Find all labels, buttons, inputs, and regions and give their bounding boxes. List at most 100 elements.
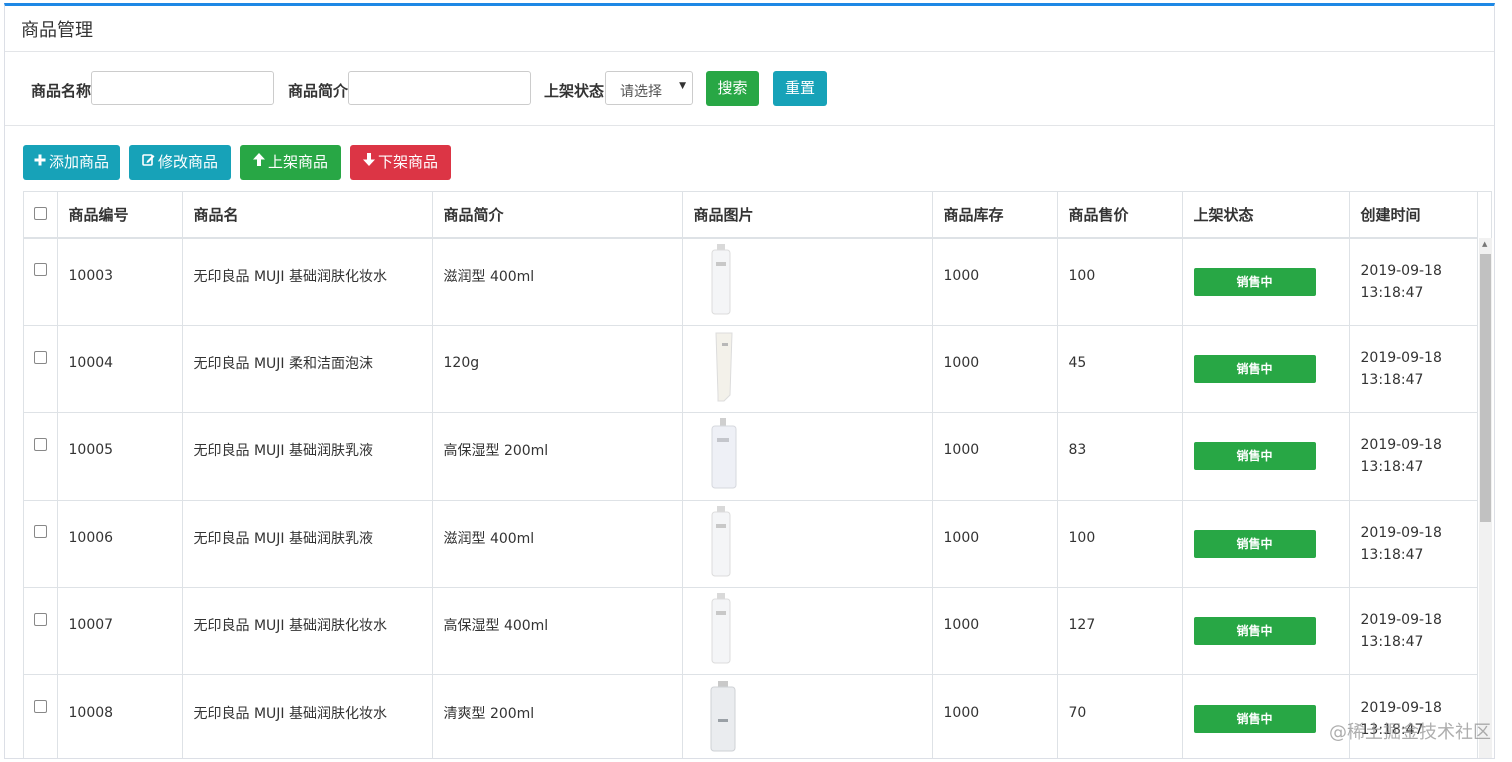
created-date: 2019-09-18 <box>1360 437 1442 454</box>
edit-goods-label: 修改商品 <box>157 153 218 171</box>
status-label: 上架状态 <box>544 82 605 100</box>
row-checkbox[interactable] <box>33 437 47 451</box>
on-shelf-button[interactable]: 上架商品 <box>240 145 341 180</box>
on-shelf-label: 上架商品 <box>267 153 328 171</box>
goods-stock: 1000 <box>943 617 980 634</box>
column-header-id[interactable]: 商品编号 <box>57 192 183 239</box>
edit-icon <box>142 144 155 179</box>
goods-price: 100 <box>1068 267 1096 284</box>
goods-price: 127 <box>1068 617 1096 634</box>
scrollbar-thumb[interactable] <box>1480 254 1491 522</box>
created-date: 2019-09-18 <box>1360 350 1442 367</box>
goods-management-panel: 商品管理 商品名称 商品简介 上架状态 请选择 ▼ 搜索 重置 添加商品 修改商… <box>4 3 1495 759</box>
column-header-stock[interactable]: 商品库存 <box>932 192 1058 239</box>
goods-id: 10005 <box>68 442 114 459</box>
row-select-cell <box>24 325 58 414</box>
goods-image-cell <box>682 587 933 676</box>
add-goods-label: 添加商品 <box>48 153 109 171</box>
table-row[interactable]: 10008 无印良品 MUJI 基础润肤化妆水 清爽型 200ml 1000 7… <box>24 674 1478 758</box>
scroll-up-icon[interactable]: ▲ <box>1482 240 1487 248</box>
created-time: 2019-09-18 13:18:47 <box>1349 412 1478 501</box>
table-row[interactable]: 10004 无印良品 MUJI 柔和洁面泡沫 120g 1000 45 销售中 … <box>24 325 1478 414</box>
row-select-cell <box>24 238 58 326</box>
column-header-created[interactable]: 创建时间 <box>1349 192 1478 239</box>
row-checkbox[interactable] <box>33 612 47 626</box>
goods-desc: 高保湿型 200ml <box>443 443 549 460</box>
created-clock: 13:18:47 <box>1360 284 1424 301</box>
goods-price: 100 <box>1068 529 1096 546</box>
status-badge: 销售中 <box>1193 617 1316 646</box>
goods-stock: 1000 <box>943 267 980 284</box>
product-clear-bottle-image <box>710 680 735 752</box>
created-time: 2019-09-18 13:18:47 <box>1349 325 1478 414</box>
goods-desc: 高保湿型 400ml <box>443 618 549 635</box>
table-row[interactable]: 10005 无印良品 MUJI 基础润肤乳液 高保湿型 200ml 1000 8… <box>24 412 1478 501</box>
status-badge: 销售中 <box>1193 267 1316 296</box>
search-bar: 商品名称 商品简介 上架状态 请选择 ▼ 搜索 重置 <box>5 52 1494 126</box>
created-clock: 13:18:47 <box>1360 459 1424 476</box>
off-shelf-label: 下架商品 <box>377 153 438 171</box>
goods-price: 83 <box>1068 442 1087 459</box>
status-select[interactable]: 请选择 ▼ <box>605 71 693 105</box>
row-checkbox[interactable] <box>33 525 47 539</box>
created-date: 2019-09-18 <box>1360 262 1442 279</box>
goods-desc: 滋润型 400ml <box>443 268 535 285</box>
column-header-price[interactable]: 商品售价 <box>1057 192 1183 239</box>
goods-image-cell <box>682 238 933 326</box>
goods-desc: 滋润型 400ml <box>443 530 535 547</box>
status-badge: 销售中 <box>1193 442 1316 471</box>
desc-input[interactable] <box>348 71 531 105</box>
goods-stock: 1000 <box>943 704 980 721</box>
goods-name: 无印良品 MUJI 基础润肤乳液 <box>193 530 373 547</box>
goods-id: 10008 <box>68 704 114 721</box>
goods-id: 10003 <box>68 267 114 284</box>
column-header-desc[interactable]: 商品简介 <box>432 192 683 239</box>
goods-name: 无印良品 MUJI 基础润肤化妆水 <box>193 705 387 722</box>
row-checkbox[interactable] <box>33 700 47 714</box>
table-row[interactable]: 10003 无印良品 MUJI 基础润肤化妆水 滋润型 400ml 1000 1… <box>24 238 1478 326</box>
search-button[interactable]: 搜索 <box>706 71 759 106</box>
created-date: 2019-09-18 <box>1360 699 1442 716</box>
status-select-value: 请选择 <box>620 84 662 100</box>
goods-stock: 1000 <box>943 442 980 459</box>
plus-icon <box>34 144 46 179</box>
goods-price: 70 <box>1068 704 1087 721</box>
created-date: 2019-09-18 <box>1360 612 1442 629</box>
arrow-down-icon <box>362 144 375 179</box>
goods-desc: 清爽型 200ml <box>443 705 535 722</box>
status-badge: 销售中 <box>1193 529 1316 558</box>
goods-image-cell <box>682 412 933 501</box>
goods-image-cell <box>682 500 933 589</box>
created-clock: 13:18:47 <box>1360 372 1424 389</box>
arrow-up-icon <box>252 144 265 179</box>
select-all-cell <box>24 192 58 239</box>
desc-label: 商品简介 <box>288 82 349 100</box>
created-clock: 13:18:47 <box>1360 634 1424 651</box>
table-row[interactable]: 10006 无印良品 MUJI 基础润肤乳液 滋润型 400ml 1000 10… <box>24 500 1478 589</box>
off-shelf-button[interactable]: 下架商品 <box>350 145 451 180</box>
select-all-checkbox[interactable] <box>33 206 47 220</box>
column-header-status[interactable]: 上架状态 <box>1182 192 1350 239</box>
table-scrollbar[interactable]: ▲ <box>1479 238 1492 758</box>
row-select-cell <box>24 587 58 676</box>
product-pump-bottle-image <box>711 418 736 489</box>
product-tube-image <box>714 332 733 402</box>
edit-goods-button[interactable]: 修改商品 <box>129 145 231 180</box>
column-header-image[interactable]: 商品图片 <box>682 192 933 239</box>
row-checkbox[interactable] <box>33 263 47 277</box>
reset-button[interactable]: 重置 <box>773 71 827 106</box>
product-bottle-image <box>711 243 730 315</box>
table-row[interactable]: 10007 无印良品 MUJI 基础润肤化妆水 高保湿型 400ml 1000 … <box>24 587 1478 676</box>
name-input[interactable] <box>91 71 274 105</box>
column-header-name[interactable]: 商品名 <box>182 192 433 239</box>
goods-image-cell <box>682 325 933 414</box>
table-header-row: 商品编号 商品名 商品简介 商品图片 商品库存 商品售价 上架状态 创建时间 <box>24 192 1478 239</box>
goods-name: 无印良品 MUJI 柔和洁面泡沫 <box>193 356 373 373</box>
goods-id: 10007 <box>68 617 114 634</box>
add-goods-button[interactable]: 添加商品 <box>23 145 120 180</box>
product-bottle-image <box>711 593 730 664</box>
goods-id: 10004 <box>68 355 114 372</box>
goods-name: 无印良品 MUJI 基础润肤化妆水 <box>193 268 387 285</box>
goods-image-cell <box>682 674 933 758</box>
row-checkbox[interactable] <box>33 350 47 364</box>
